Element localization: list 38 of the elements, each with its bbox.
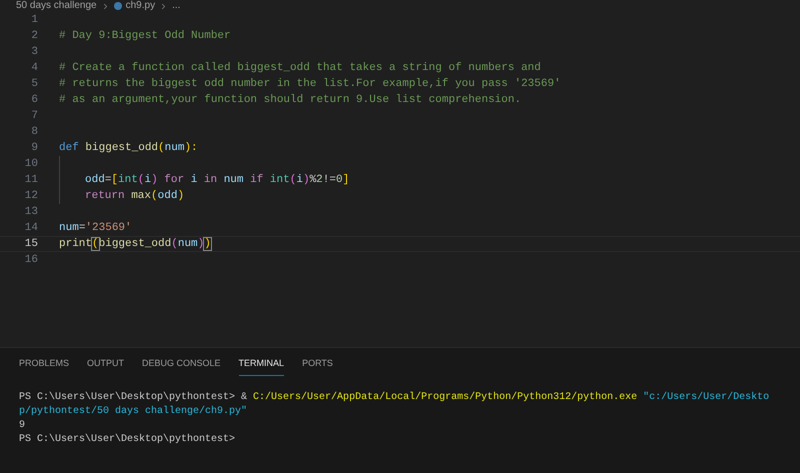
line-number: 13 (24, 205, 38, 220)
line-number: 10 (24, 157, 38, 172)
python-file-icon (114, 2, 122, 10)
code-line: # as an argument,your function should return 9.Use list comprehension. (59, 93, 522, 108)
breadcrumb-item[interactable]: ch9.py (126, 1, 156, 11)
line-number: 1 (30, 13, 38, 28)
line-number: 2 (30, 29, 38, 44)
code-line: odd=[int(i) for i in num if int(i)%2!=0] (85, 173, 350, 188)
line-number: 6 (30, 93, 38, 108)
line-number: 5 (30, 77, 38, 92)
panel-tab[interactable]: PROBLEMS (19, 357, 70, 376)
line-number: 14 (24, 221, 38, 236)
code-line: # Day 9:Biggest Odd Number (59, 29, 231, 44)
code-line: return max(odd) (85, 189, 184, 204)
line-number: 8 (30, 125, 38, 140)
code-line: # Create a function called biggest_odd that takes a string of numbers and (59, 61, 541, 76)
panel-tab[interactable]: PORTS (302, 357, 333, 376)
terminal-line: 9 (19, 418, 26, 432)
panel-tab[interactable]: DEBUG CONSOLE (142, 357, 221, 376)
terminal-line: PS C:\Users\User\Desktop\pythontest> (19, 432, 236, 446)
panel-tab[interactable]: TERMINAL (238, 357, 284, 376)
terminal-line: PS C:\Users\User\Desktop\pythontest> & C:/Users/User/AppData/Local/Programs/Python/Python312/python.exe "c:/Users/User/Deskto (19, 390, 770, 404)
line-number: 11 (24, 173, 38, 188)
breadcrumb-item[interactable]: 50 days challenge (16, 1, 97, 11)
line-number: 3 (30, 45, 38, 60)
line-number: 16 (24, 253, 38, 268)
breadcrumb-item[interactable]: ... (172, 1, 180, 11)
code-line: def biggest_odd(num): (59, 141, 198, 156)
terminal-line: p/pythontest/50 days challenge/ch9.py" (19, 404, 248, 418)
panel-tab[interactable]: OUTPUT (87, 357, 124, 376)
line-number: 9 (30, 141, 38, 156)
code-line: print(biggest_odd(num)) (59, 237, 211, 252)
line-number: 4 (30, 61, 38, 76)
code-line: # returns the biggest odd number in the list.For example,if you pass '23569' (59, 77, 561, 92)
line-number: 7 (30, 109, 38, 124)
line-number: 15 (24, 237, 38, 252)
code-line: num='23569' (59, 221, 132, 236)
line-number: 12 (24, 189, 38, 204)
